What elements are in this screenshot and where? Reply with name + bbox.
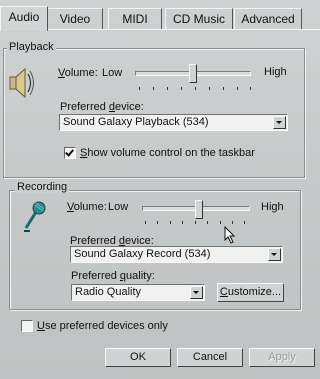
use-preferred-devices-label[interactable]: Use preferred devices only bbox=[37, 320, 168, 332]
playback-group-title: Playback bbox=[7, 41, 56, 53]
mouse-pointer-icon bbox=[224, 225, 238, 244]
tab-midi[interactable]: MIDI bbox=[108, 8, 162, 29]
speaker-icon bbox=[6, 64, 36, 104]
playback-device-label: Preferred device: bbox=[60, 101, 144, 113]
tab-video[interactable]: Video bbox=[47, 8, 103, 29]
customize-button[interactable]: Customize... bbox=[217, 283, 284, 302]
recording-volume-label: Volume: bbox=[67, 201, 107, 213]
recording-device-value: Sound Galaxy Record (534) bbox=[74, 248, 211, 260]
tab-audio[interactable]: Audio bbox=[0, 6, 48, 31]
recording-volume-thumb[interactable] bbox=[195, 200, 203, 219]
playback-volume-thumb[interactable] bbox=[189, 64, 197, 83]
ok-button[interactable]: OK bbox=[105, 348, 171, 367]
playback-volume-ticks bbox=[139, 87, 251, 91]
playback-device-value: Sound Galaxy Playback (534) bbox=[63, 116, 209, 128]
playback-device-select[interactable]: Sound Galaxy Playback (534) bbox=[59, 114, 288, 131]
multimedia-properties-dialog: Audio Video MIDI CD Music Advanced Playb… bbox=[0, 0, 320, 379]
cancel-button[interactable]: Cancel bbox=[177, 348, 243, 367]
use-preferred-devices-checkbox[interactable] bbox=[21, 320, 33, 332]
playback-high-label: High bbox=[264, 66, 287, 78]
apply-button[interactable]: Apply bbox=[249, 348, 315, 367]
chevron-down-icon[interactable] bbox=[268, 248, 281, 261]
recording-high-label: High bbox=[261, 201, 284, 213]
playback-volume-label: Volume: bbox=[58, 67, 98, 79]
recording-device-select[interactable]: Sound Galaxy Record (534) bbox=[70, 246, 283, 263]
show-volume-checkbox[interactable] bbox=[64, 147, 76, 159]
tab-divider bbox=[0, 29, 320, 30]
recording-quality-value: Radio Quality bbox=[75, 286, 142, 298]
recording-quality-label: Preferred quality: bbox=[71, 270, 155, 282]
chevron-down-icon[interactable] bbox=[190, 286, 203, 299]
playback-low-label: Low bbox=[102, 67, 123, 79]
microphone-icon bbox=[20, 198, 50, 234]
recording-group-title: Recording bbox=[15, 181, 70, 193]
tab-strip: Audio Video MIDI CD Music Advanced bbox=[0, 6, 320, 31]
tab-advanced[interactable]: Advanced bbox=[234, 8, 302, 29]
chevron-down-icon[interactable] bbox=[273, 116, 286, 129]
show-volume-label[interactable]: Show volume control on the taskbar bbox=[80, 147, 255, 159]
recording-low-label: Low bbox=[108, 201, 129, 213]
recording-volume-ticks bbox=[145, 221, 245, 225]
tab-cd-music[interactable]: CD Music bbox=[165, 8, 233, 29]
recording-quality-select[interactable]: Radio Quality bbox=[71, 284, 205, 301]
